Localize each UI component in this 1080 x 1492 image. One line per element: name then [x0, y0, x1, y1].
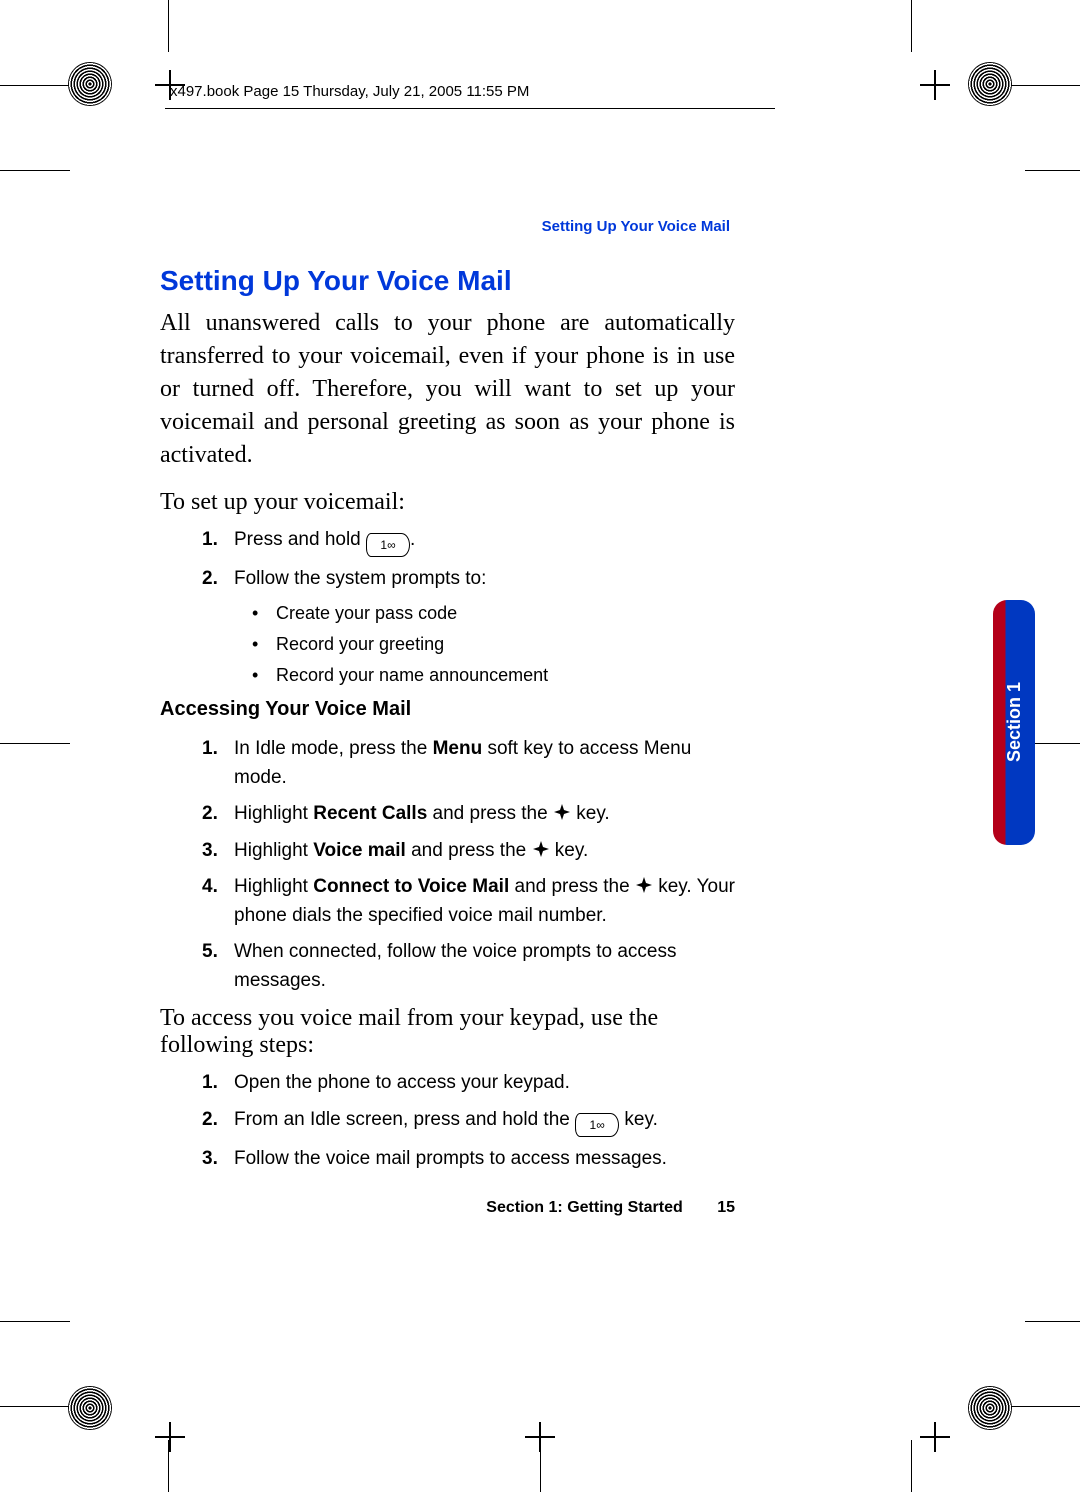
setup-bullets: Create your pass code Record your greeti…	[160, 603, 735, 686]
key-1-voicemail-icon: 1∞	[366, 533, 410, 557]
crop-mark	[0, 85, 110, 86]
registration-ring-icon	[968, 62, 1012, 106]
section-thumb-tab: Section 1	[993, 600, 1035, 845]
page-meta-header: x497.book Page 15 Thursday, July 21, 200…	[170, 83, 529, 100]
list-item: 4.Highlight Connect to Voice Mail and pr…	[202, 873, 735, 930]
crop-mark	[0, 170, 70, 171]
key-1-voicemail-icon: 1∞	[575, 1113, 619, 1137]
step-text: Press and hold	[234, 529, 366, 550]
crop-mark	[0, 1321, 70, 1322]
crop-mark	[985, 85, 1080, 86]
list-item: 2.Highlight Recent Calls and press the k…	[202, 800, 735, 829]
list-item: 2.Follow the system prompts to:	[202, 565, 735, 594]
crop-mark	[985, 1406, 1080, 1407]
crop-mark	[168, 1440, 169, 1492]
crop-mark	[540, 1440, 541, 1492]
crop-mark	[1025, 170, 1080, 171]
section-heading: Setting Up Your Voice Mail	[160, 265, 735, 297]
nav-key-icon	[532, 840, 550, 858]
setup-steps-list: 1. Press and hold 1∞. 2.Follow the syste…	[160, 526, 735, 594]
list-item: 3.Highlight Voice mail and press the key…	[202, 837, 735, 866]
list-item: Create your pass code	[252, 603, 735, 624]
lead-text: To access you voice mail from your keypa…	[160, 1005, 735, 1059]
list-item: Record your name announcement	[252, 665, 735, 686]
list-item: 2.From an Idle screen, press and hold th…	[202, 1106, 735, 1137]
keypad-steps-list: 1.Open the phone to access your keypad. …	[160, 1069, 735, 1173]
crop-mark	[168, 0, 169, 52]
crop-mark	[0, 743, 70, 744]
page-content: Setting Up Your Voice Mail All unanswere…	[160, 265, 735, 1217]
intro-paragraph: All unanswered calls to your phone are a…	[160, 307, 735, 473]
access-steps-list: 1.In Idle mode, press the Menu soft key …	[160, 735, 735, 995]
header-rule	[165, 108, 775, 109]
subsection-heading: Accessing Your Voice Mail	[160, 698, 735, 721]
crop-mark	[911, 0, 912, 52]
registration-ring-icon	[68, 1386, 112, 1430]
crop-mark	[0, 1406, 110, 1407]
list-item: 1.Open the phone to access your keypad.	[202, 1069, 735, 1098]
section-tab-label: Section 1	[1004, 682, 1025, 762]
crop-mark	[1025, 1321, 1080, 1322]
crop-mark	[911, 1440, 912, 1492]
step-text: Follow the system prompts to:	[234, 565, 735, 594]
running-header: Setting Up Your Voice Mail	[542, 218, 730, 235]
registration-ring-icon	[68, 62, 112, 106]
lead-text: To set up your voicemail:	[160, 489, 735, 516]
step-text: .	[410, 529, 415, 550]
page-footer: Section 1: Getting Started 15	[160, 1199, 735, 1217]
list-item: 1. Press and hold 1∞.	[202, 526, 735, 557]
footer-section-label: Section 1: Getting Started	[486, 1199, 682, 1216]
list-item: Record your greeting	[252, 634, 735, 655]
document-page: { "meta_header": "x497.book Page 15 Thur…	[0, 0, 1080, 1492]
list-item: 3.Follow the voice mail prompts to acces…	[202, 1145, 735, 1174]
nav-key-icon	[553, 803, 571, 821]
list-item: 5.When connected, follow the voice promp…	[202, 938, 735, 995]
list-item: 1.In Idle mode, press the Menu soft key …	[202, 735, 735, 792]
page-number: 15	[717, 1199, 735, 1217]
nav-key-icon	[635, 876, 653, 894]
registration-ring-icon	[968, 1386, 1012, 1430]
